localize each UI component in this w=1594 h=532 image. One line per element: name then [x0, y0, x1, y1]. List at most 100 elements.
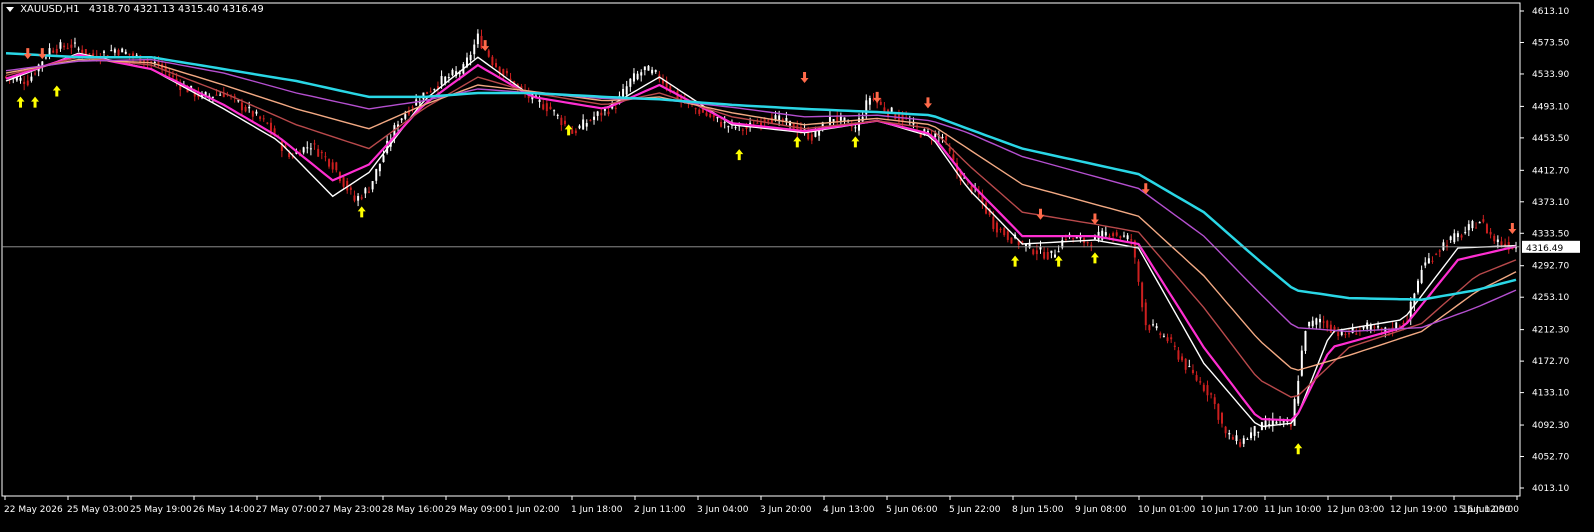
candle-body — [818, 130, 821, 136]
candle-body — [77, 48, 80, 50]
candle-body — [578, 125, 581, 129]
x-tick-label: 22 May 2026 — [4, 505, 63, 515]
chart-window[interactable]: 4316.49 4613.10 4573.50 4533.90 4493.10 4453.… — [0, 0, 1594, 532]
candle-body — [1159, 333, 1162, 336]
candle-body — [353, 195, 356, 201]
candle-body — [1348, 332, 1351, 335]
candle-body — [113, 49, 116, 53]
candle-body — [828, 116, 831, 125]
candle-body — [124, 51, 127, 54]
candle-body — [1456, 233, 1459, 237]
collapse-arrow-icon[interactable] — [6, 7, 14, 12]
candle-body — [1442, 242, 1445, 250]
y-tick-label: 4573.50 — [1532, 38, 1569, 48]
candle-body — [248, 106, 251, 109]
candle-body — [1170, 337, 1173, 340]
sell-signal-arrow — [1141, 183, 1150, 195]
candle-body — [992, 216, 995, 229]
candle-body — [1141, 282, 1144, 308]
buy-signal-arrow — [735, 149, 744, 161]
candle-body — [1210, 393, 1213, 395]
candle-body — [429, 91, 432, 93]
candle-body — [266, 122, 269, 124]
candle-body — [1155, 326, 1158, 329]
candle-body — [487, 50, 490, 57]
candle-body — [585, 123, 588, 127]
candle-body — [473, 44, 476, 55]
candle-body — [1257, 431, 1260, 433]
candle-body — [1373, 326, 1376, 328]
ohlc-values: 4318.70 4321.13 4315.40 4316.49 — [88, 4, 264, 15]
candle-body — [505, 70, 508, 74]
candle-body — [1435, 253, 1438, 255]
candle-body — [1504, 243, 1507, 246]
y-tick-label: 4052.70 — [1532, 453, 1569, 463]
candle-body — [1489, 231, 1492, 235]
candle-body — [1046, 252, 1049, 260]
candle-body — [1224, 426, 1227, 434]
candle-body — [1152, 324, 1155, 326]
x-tick-label: 12 Jun 03:00 — [1327, 505, 1384, 515]
price-chart[interactable]: 4316.49 4613.10 4573.50 4533.90 4493.10 4453.… — [0, 0, 1594, 532]
candle-body — [651, 69, 654, 74]
candle-body — [1500, 241, 1503, 246]
candle-body — [832, 119, 835, 122]
candle-body — [1043, 252, 1046, 259]
buy-signal-arrow — [52, 85, 61, 97]
candle-body — [349, 187, 352, 190]
buy-signal-arrow — [851, 136, 860, 148]
candle-body — [52, 50, 55, 53]
candle-body — [1467, 224, 1470, 231]
x-tick-label: 9 Jun 08:00 — [1075, 505, 1127, 515]
candle-body — [1362, 326, 1365, 329]
candle-body — [1184, 358, 1187, 370]
candle-body — [1482, 219, 1485, 222]
candle-body — [335, 162, 338, 171]
candle-body — [553, 110, 556, 112]
candle-body — [756, 122, 759, 124]
candle-body — [1035, 250, 1038, 255]
candle-body — [600, 112, 603, 116]
candle-body — [1308, 321, 1311, 327]
candle-body — [153, 62, 156, 64]
candle-body — [1181, 356, 1184, 361]
candle-body — [647, 65, 650, 71]
candle-body — [1337, 332, 1340, 337]
candle-body — [59, 42, 62, 49]
candle-body — [727, 126, 730, 128]
y-tick-label: 4412.70 — [1532, 166, 1569, 176]
candle-body — [705, 112, 708, 116]
candle-body — [66, 47, 69, 49]
candle-body — [734, 127, 737, 129]
candle-body — [1166, 337, 1169, 342]
candle-body — [1235, 435, 1238, 442]
candle-body — [110, 50, 113, 52]
x-tick-label: 5 Jun 22:00 — [949, 505, 1001, 515]
candle-body — [589, 120, 592, 122]
candle-body — [1199, 381, 1202, 383]
buy-signal-arrow — [793, 136, 802, 148]
candle-body — [1122, 235, 1125, 237]
x-tick-label: 28 May 16:00 — [382, 505, 444, 515]
candle-body — [1090, 244, 1093, 247]
candle-body — [1213, 397, 1216, 405]
x-tick-label: 26 May 14:00 — [193, 505, 255, 515]
candle-body — [1206, 385, 1209, 396]
candle-body — [767, 120, 770, 122]
candle-body — [1289, 424, 1292, 427]
candle-body — [778, 115, 781, 121]
candle-body — [219, 94, 222, 96]
candle-body — [1377, 326, 1380, 328]
x-tick-label: 10 Jun 17:00 — [1201, 505, 1258, 515]
candle-body — [549, 106, 552, 110]
candle-body — [1304, 331, 1307, 351]
y-tick-label: 4453.50 — [1532, 134, 1569, 144]
y-tick-label: 4292.70 — [1532, 262, 1569, 272]
candle-body — [23, 81, 26, 84]
candle-body — [1032, 249, 1035, 255]
x-tick-label: 10 Jun 01:00 — [1138, 505, 1195, 515]
candle-body — [694, 108, 697, 110]
candle-body — [538, 99, 541, 102]
candle-body — [382, 155, 385, 163]
candle-body — [596, 111, 599, 116]
